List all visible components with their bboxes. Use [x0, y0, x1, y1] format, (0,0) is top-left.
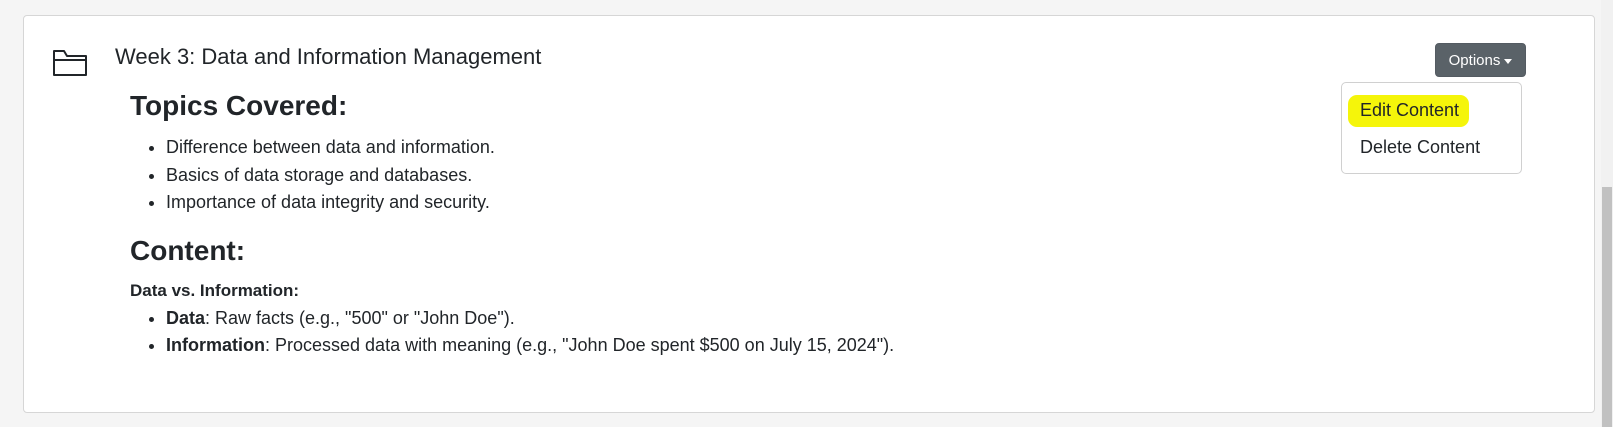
content-heading: Content:: [130, 234, 246, 266]
scrollbar-thumb[interactable]: [1602, 187, 1612, 427]
list-item: Importance of data integrity and securit…: [166, 189, 1310, 217]
topics-heading: Topics Covered:: [130, 90, 348, 121]
list-item: Basics of data storage and databases.: [166, 162, 1310, 190]
data-vs-information-subheading: Data vs. Information:: [130, 280, 300, 300]
content-body: Topics Covered: Difference between data …: [130, 90, 1310, 360]
caret-down-icon: [1504, 58, 1513, 64]
list-item: Data: Raw facts (e.g., "500" or "John Do…: [166, 305, 1310, 333]
term-description: : Processed data with meaning (e.g., "Jo…: [265, 335, 895, 355]
term-information: Information: [166, 335, 265, 355]
week-title: Week 3: Data and Information Management: [115, 44, 542, 69]
options-dropdown-button[interactable]: Options: [1435, 43, 1526, 77]
list-item: Difference between data and information.: [166, 134, 1310, 162]
options-label: Options: [1448, 51, 1501, 69]
content-card: Week 3: Data and Information Management …: [23, 15, 1595, 413]
list-item: Information: Processed data with meaning…: [166, 332, 1310, 360]
folder-icon: [53, 50, 87, 76]
term-data: Data: [166, 307, 206, 328]
definitions-list: Data: Raw facts (e.g., "500" or "John Do…: [130, 305, 1310, 360]
delete-content-item[interactable]: Delete Content: [1360, 137, 1480, 158]
topics-list: Difference between data and information.…: [130, 134, 1310, 217]
options-dropdown-menu: Edit Content Delete Content: [1341, 82, 1522, 174]
edit-content-item[interactable]: Edit Content: [1360, 100, 1459, 121]
term-description: : Raw facts (e.g., "500" or "John Doe").: [205, 307, 515, 328]
